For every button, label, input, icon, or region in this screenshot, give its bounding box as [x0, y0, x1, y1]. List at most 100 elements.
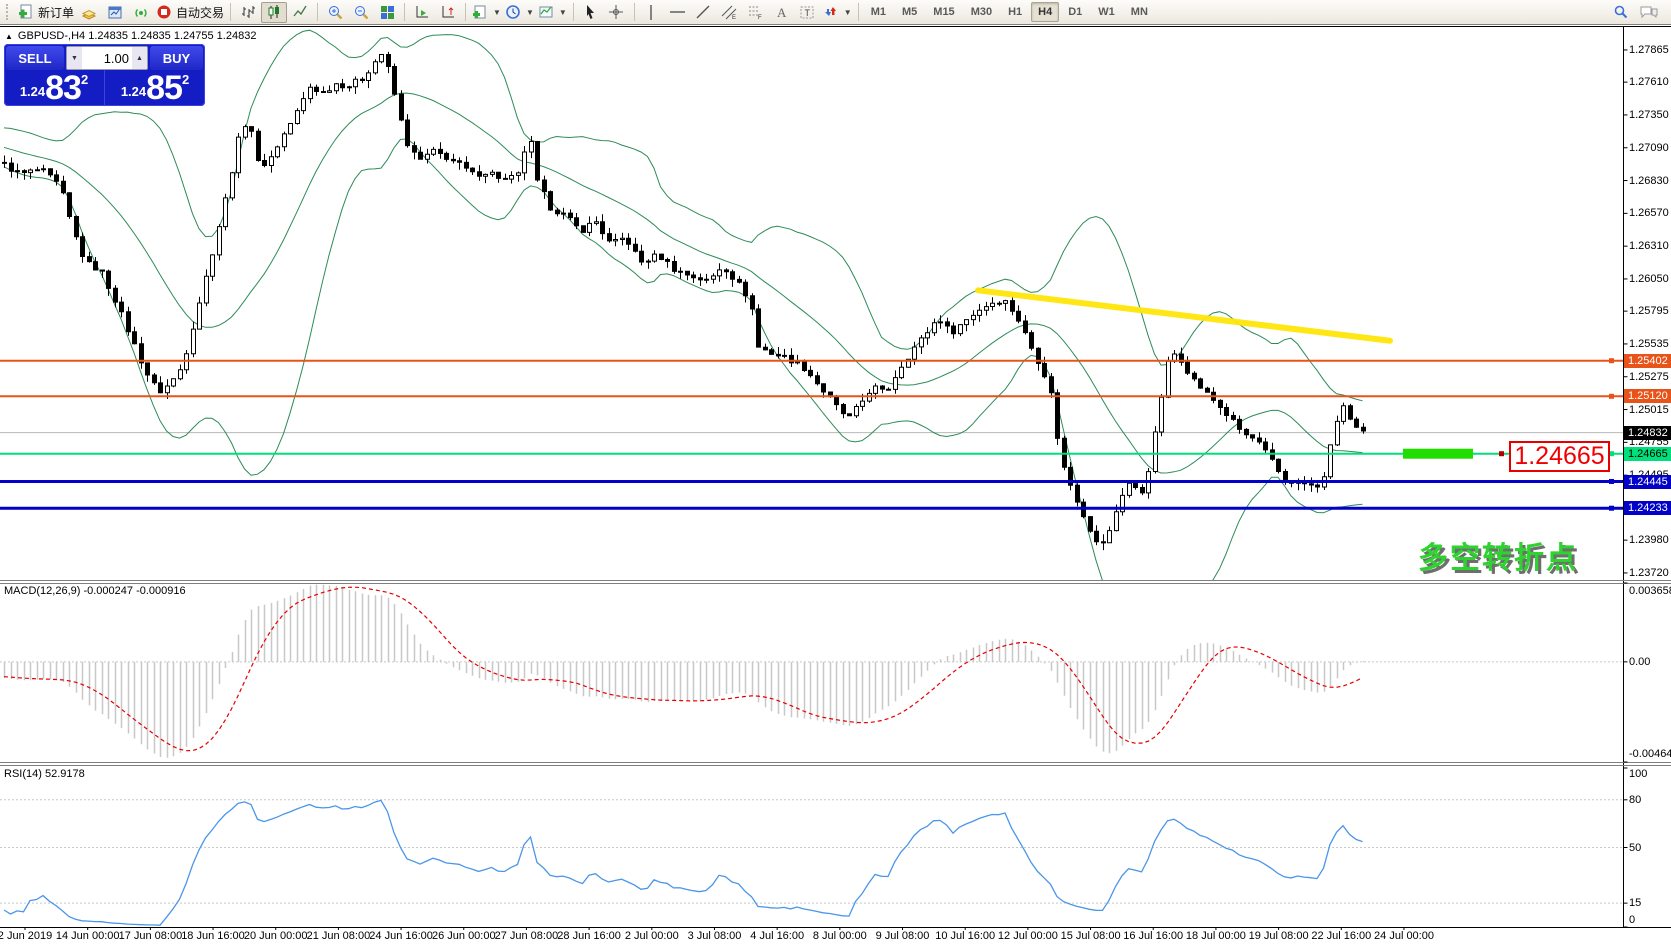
sell-button[interactable]: SELL — [6, 46, 64, 70]
candlestick-mode-button[interactable] — [261, 2, 287, 23]
time-axis-label: 2 Jul 00:00 — [625, 930, 679, 942]
chart-canvas[interactable] — [0, 0, 1671, 945]
toolbar-drag-handle[interactable] — [6, 4, 12, 20]
market-watch-button[interactable] — [102, 2, 128, 23]
search-icon[interactable] — [1613, 4, 1629, 20]
templates-button[interactable]: ▼ — [536, 2, 569, 23]
toolbar-separator — [858, 3, 859, 21]
buy-price-big: 85 — [146, 74, 182, 103]
toolbar-separator — [573, 3, 574, 21]
periods-button[interactable]: ▼ — [503, 2, 536, 23]
price-tag: 1.24445 — [1624, 475, 1671, 489]
crosshair-tool-button[interactable] — [604, 2, 630, 23]
price-tick-label: 1.25535 — [1629, 338, 1669, 350]
volume-increase-button[interactable]: ▲ — [132, 47, 147, 69]
price-tick-label: 1.23720 — [1629, 567, 1669, 579]
text-label-tool[interactable]: T — [795, 2, 821, 23]
timeframe-button-H4[interactable]: H4 — [1031, 2, 1059, 22]
tile-windows-button[interactable] — [374, 2, 400, 23]
price-tick-label: 1.25795 — [1629, 305, 1669, 317]
price-tag: 1.24832 — [1624, 426, 1671, 440]
timeframe-button-M1[interactable]: M1 — [864, 2, 893, 22]
channel-tool[interactable]: E — [717, 2, 743, 23]
timeframe-button-M15[interactable]: M15 — [926, 2, 961, 22]
line-chart-mode-button[interactable] — [287, 2, 313, 23]
new-order-label: 新订单 — [38, 4, 74, 21]
toolbar-separator — [317, 3, 318, 21]
time-axis-label: 3 Jul 08:00 — [688, 930, 742, 942]
macd-tick-label: 0.003658 — [1629, 585, 1671, 597]
market-watch-icon — [107, 4, 124, 21]
rsi-tick-label: 80 — [1629, 794, 1641, 806]
price-tick-label: 1.26830 — [1629, 175, 1669, 187]
sell-price-big: 83 — [45, 74, 81, 103]
timeframe-button-D1[interactable]: D1 — [1061, 2, 1089, 22]
price-tick-label: 1.26570 — [1629, 207, 1669, 219]
timeframe-button-MN[interactable]: MN — [1124, 2, 1155, 22]
chart-shift-button[interactable] — [435, 2, 461, 23]
trendline-tool[interactable] — [691, 2, 717, 23]
cursor-tool-button[interactable] — [578, 2, 604, 23]
svg-text:A: A — [777, 5, 787, 20]
macd-tick-label: -0.004645 — [1629, 748, 1671, 760]
timeframe-button-H1[interactable]: H1 — [1001, 2, 1029, 22]
new-order-icon — [18, 4, 35, 21]
new-order-button[interactable]: 新订单 — [16, 2, 76, 23]
toolbar-separator — [230, 3, 231, 21]
arrows-tool[interactable]: ▼ — [821, 2, 854, 23]
volume-input[interactable]: 1.00 — [82, 47, 132, 69]
fibonacci-tool[interactable]: F — [743, 2, 769, 23]
zoom-out-button[interactable] — [348, 2, 374, 23]
text-icon: A — [773, 4, 790, 21]
auto-scroll-icon — [414, 4, 431, 21]
time-axis-label: 19 Jul 08:00 — [1249, 930, 1309, 942]
vertical-line-icon — [643, 4, 660, 21]
chat-icon[interactable] — [1639, 4, 1659, 20]
svg-text:T: T — [805, 8, 811, 18]
price-tag: 1.25120 — [1624, 389, 1671, 403]
buy-price[interactable]: 1.24852 — [104, 70, 205, 106]
autotrading-button[interactable]: 自动交易 — [154, 2, 226, 23]
chart-title: GBPUSD-,H4 1.24835 1.24835 1.24755 1.248… — [18, 30, 257, 42]
time-axis-label: 12 Jul 00:00 — [998, 930, 1058, 942]
price-tick-label: 1.26310 — [1629, 240, 1669, 252]
price-tick-label: 1.27350 — [1629, 109, 1669, 121]
time-axis-label: 24 Jun 16:00 — [369, 930, 433, 942]
horizontal-line-tool[interactable] — [665, 2, 691, 23]
level-annotation-box: 1.24665 — [1509, 441, 1610, 472]
sell-price[interactable]: 1.24832 — [4, 70, 104, 106]
rsi-tick-label: 50 — [1629, 842, 1641, 854]
chevron-down-icon: ▼ — [493, 8, 501, 17]
bar-chart-mode-button[interactable] — [235, 2, 261, 23]
buy-price-prefix: 1.24 — [121, 84, 146, 99]
timeframe-button-M30[interactable]: M30 — [964, 2, 999, 22]
new-chart-button[interactable]: ▼ — [470, 2, 503, 23]
time-axis-label: 2 Jun 2019 — [0, 930, 52, 942]
time-axis-label: 8 Jul 00:00 — [813, 930, 867, 942]
text-tool[interactable]: A — [769, 2, 795, 23]
time-axis-label: 26 Jun 00:00 — [432, 930, 496, 942]
chevron-down-icon: ▼ — [526, 8, 534, 17]
equidistant-channel-icon: E — [721, 4, 738, 21]
timeframe-button-W1[interactable]: W1 — [1091, 2, 1122, 22]
text-label-icon: T — [799, 4, 816, 21]
auto-scroll-button[interactable] — [409, 2, 435, 23]
timeframe-bar: M1M5M15M30H1H4D1W1MN — [863, 2, 1156, 22]
vertical-line-tool[interactable] — [639, 2, 665, 23]
time-axis-label: 20 Jun 00:00 — [244, 930, 308, 942]
time-axis-label: 9 Jul 08:00 — [876, 930, 930, 942]
signals-button[interactable] — [128, 2, 154, 23]
periods-clock-icon — [505, 4, 522, 21]
price-tag: 1.24233 — [1624, 501, 1671, 515]
zoom-in-button[interactable] — [322, 2, 348, 23]
volume-decrease-button[interactable]: ▼ — [67, 47, 82, 69]
buy-button[interactable]: BUY — [150, 46, 203, 70]
volume-box: ▼ 1.00 ▲ — [66, 46, 148, 70]
timeframe-button-M5[interactable]: M5 — [895, 2, 924, 22]
panel-collapse-icon[interactable]: ▲ — [5, 32, 13, 41]
zoom-out-icon — [353, 4, 370, 21]
chart-shift-icon — [440, 4, 457, 21]
rsi-indicator-label: RSI(14) 52.9178 — [4, 768, 85, 780]
main-toolbar: 新订单 自动交易 ▼ ▼ — [0, 0, 1671, 25]
profiles-button[interactable] — [76, 2, 102, 23]
